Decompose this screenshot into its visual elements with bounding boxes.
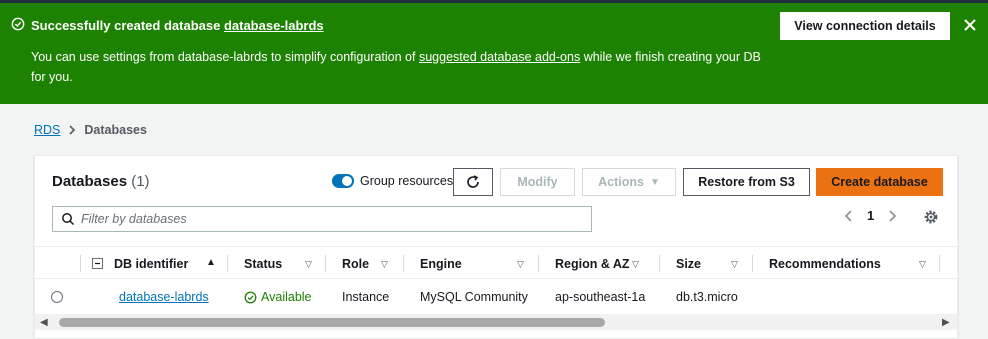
sort-icon[interactable]: ▽ (919, 259, 926, 270)
sort-icon[interactable]: ▽ (381, 259, 388, 270)
group-resources-toggle[interactable] (332, 174, 354, 188)
restore-from-s3-button[interactable]: Restore from S3 (683, 168, 810, 196)
databases-panel: Databases (1) Group resources Modify Act… (34, 155, 958, 339)
actions-label: Actions (598, 175, 644, 189)
check-circle-icon (244, 291, 257, 303)
add-ons-link[interactable]: suggested database add-ons (419, 50, 580, 64)
region-cell: ap-southeast-1a (555, 290, 646, 304)
sort-icon[interactable]: ▽ (632, 259, 639, 270)
gear-icon[interactable] (923, 209, 939, 225)
column-size[interactable]: Size (676, 247, 701, 280)
page-title: Databases (1) (52, 173, 150, 190)
refresh-icon (467, 175, 479, 188)
breadcrumb: RDS Databases (34, 123, 147, 137)
flash-title: Successfully created database database-l… (31, 18, 324, 33)
modify-button[interactable]: Modify (500, 168, 575, 196)
size-cell: db.t3.micro (676, 290, 738, 304)
page-number[interactable]: 1 (867, 208, 874, 223)
table-header: DB identifier ▲ Status ▽ Role ▽ Engine ▽… (35, 246, 957, 279)
check-circle-icon (11, 17, 25, 31)
flash-message: You can use settings from database-labrd… (31, 47, 771, 87)
horizontal-scrollbar[interactable]: ◀ ▶ (35, 314, 957, 330)
search-placeholder: Filter by databases (81, 212, 187, 226)
column-status[interactable]: Status (244, 247, 282, 280)
close-icon[interactable] (960, 15, 980, 35)
panel-title-text: Databases (52, 173, 128, 190)
chevron-left-icon[interactable] (843, 209, 855, 223)
db-identifier-link[interactable]: database-labrds (119, 290, 209, 304)
column-recommendations[interactable]: Recommendations (769, 247, 881, 280)
status-badge: Available (244, 290, 312, 304)
scrollbar-thumb[interactable] (59, 318, 605, 327)
row-select-radio[interactable] (51, 291, 63, 303)
actions-button[interactable]: Actions ▼ (582, 168, 676, 196)
column-region-az[interactable]: Region & AZ (555, 247, 630, 280)
success-flash-banner: Successfully created database database-l… (0, 0, 988, 104)
search-input[interactable]: Filter by databases (52, 206, 592, 232)
flash-message-text: You can use settings from database-labrd… (31, 50, 416, 64)
scroll-left-icon[interactable]: ◀ (40, 317, 48, 328)
column-engine[interactable]: Engine (420, 247, 462, 280)
engine-cell: MySQL Community (420, 290, 528, 304)
caret-down-icon: ▼ (649, 176, 660, 188)
group-resources-label: Group resources (360, 174, 454, 188)
column-role[interactable]: Role (342, 247, 369, 280)
flash-db-link[interactable]: database-labrds (224, 18, 324, 33)
status-text: Available (261, 290, 312, 304)
sort-icon[interactable]: ▽ (517, 259, 524, 270)
sort-ascending-icon[interactable]: ▲ (206, 257, 216, 268)
search-icon (62, 213, 75, 226)
role-cell: Instance (342, 290, 390, 304)
refresh-button[interactable] (453, 168, 493, 196)
table-row[interactable]: database-labrds Available Instance MySQL… (35, 280, 957, 314)
collapse-all-icon[interactable] (92, 258, 103, 269)
pagination: 1 (843, 208, 898, 223)
view-connection-details-button[interactable]: View connection details (780, 12, 950, 40)
flash-title-text: Successfully created database (31, 18, 221, 33)
breadcrumb-current: Databases (84, 123, 147, 137)
sort-icon[interactable]: ▽ (731, 259, 738, 270)
chevron-right-icon (69, 125, 76, 135)
database-count: (1) (131, 173, 150, 190)
breadcrumb-rds-link[interactable]: RDS (34, 123, 60, 137)
sort-icon[interactable]: ▽ (305, 259, 312, 270)
column-db-identifier[interactable]: DB identifier (114, 247, 188, 280)
create-database-button[interactable]: Create database (816, 168, 943, 196)
chevron-right-icon[interactable] (886, 209, 898, 223)
scroll-right-icon[interactable]: ▶ (942, 317, 950, 328)
